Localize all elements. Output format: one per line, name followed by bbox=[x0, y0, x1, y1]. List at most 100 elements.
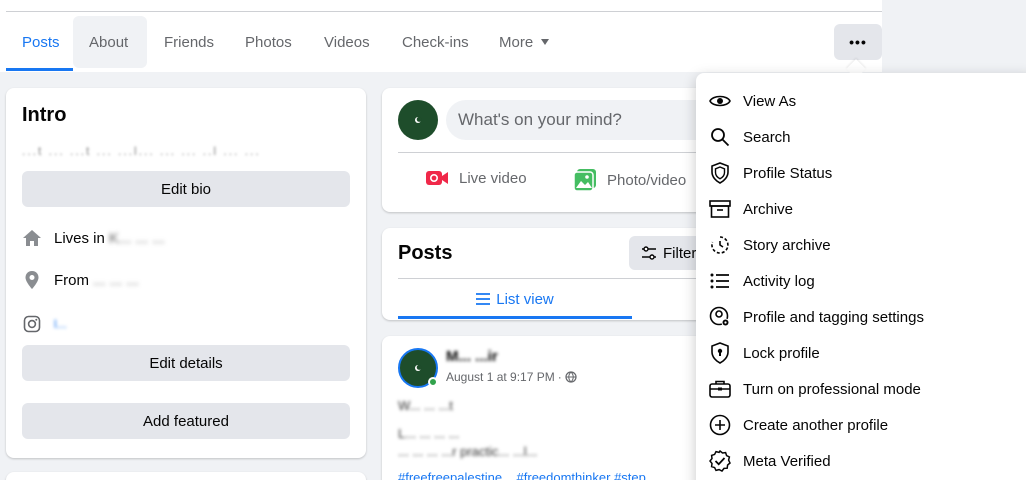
menu-item-story-archive[interactable]: Story archive bbox=[708, 229, 831, 261]
instagram-icon bbox=[22, 314, 42, 334]
menu-item-activity-log[interactable]: Activity log bbox=[708, 265, 815, 297]
meta-separator: · bbox=[557, 370, 562, 384]
live-video-button[interactable]: Live video bbox=[425, 168, 527, 188]
menu-item-label: Turn on professional mode bbox=[743, 380, 921, 398]
profile-settings-icon bbox=[708, 305, 732, 329]
add-featured-button[interactable]: Add featured bbox=[22, 403, 350, 439]
post-timestamp[interactable]: August 1 at 9:17 PM bbox=[446, 370, 555, 384]
from-value[interactable]: ... ... ... bbox=[93, 272, 139, 289]
menu-item-label: Profile and tagging settings bbox=[743, 308, 924, 326]
caret-down-icon bbox=[541, 39, 550, 45]
home-icon bbox=[22, 228, 42, 248]
crescent-star-icon bbox=[415, 116, 422, 123]
lives-in-value[interactable]: K... ... ... bbox=[109, 230, 165, 247]
menu-item-view-as[interactable]: View As bbox=[708, 85, 796, 117]
live-video-icon bbox=[425, 168, 449, 188]
verified-icon bbox=[708, 449, 732, 473]
photo-video-icon bbox=[573, 168, 597, 192]
list-icon bbox=[708, 269, 732, 293]
tab-videos[interactable]: Videos bbox=[324, 16, 370, 68]
posts-title: Posts bbox=[398, 242, 453, 264]
menu-item-label: Story archive bbox=[743, 236, 831, 254]
list-view-label: List view bbox=[496, 290, 554, 308]
tab-about[interactable]: About bbox=[89, 16, 128, 68]
menu-item-meta-verified[interactable]: Meta Verified bbox=[708, 445, 831, 477]
photo-video-button[interactable]: Photo/video bbox=[573, 168, 686, 192]
shield-icon bbox=[708, 161, 732, 185]
menu-item-lock-profile[interactable]: Lock profile bbox=[708, 337, 820, 369]
post-hashtags[interactable]: #freefreepalestine... #freedomthinker #s… bbox=[398, 470, 657, 480]
tab-label: Check-ins bbox=[402, 33, 469, 51]
avatar[interactable] bbox=[398, 100, 438, 140]
archive-icon bbox=[708, 197, 732, 221]
menu-item-label: Activity log bbox=[743, 272, 815, 290]
posts-header-card: Posts Filters List view bbox=[382, 228, 719, 320]
crescent-star-icon bbox=[415, 364, 422, 371]
tab-label: Videos bbox=[324, 33, 370, 51]
post-text-line: W... ... ...t bbox=[398, 398, 453, 413]
instagram-row: l... bbox=[22, 314, 67, 334]
menu-item-profile-status[interactable]: Profile Status bbox=[708, 157, 832, 189]
active-view-indicator bbox=[398, 316, 632, 319]
menu-item-archive[interactable]: Archive bbox=[708, 193, 793, 225]
edit-bio-button[interactable]: Edit bio bbox=[22, 171, 350, 207]
from-row: From ... ... ... bbox=[22, 270, 139, 290]
divider bbox=[398, 278, 698, 279]
divider bbox=[6, 11, 882, 12]
live-video-label: Live video bbox=[459, 169, 527, 187]
menu-item-label: Archive bbox=[743, 200, 794, 218]
post-author-name[interactable]: M... ...ir bbox=[446, 348, 498, 365]
menu-item-create-another-profile[interactable]: Create another profile bbox=[708, 409, 888, 441]
filters-icon bbox=[642, 246, 656, 260]
profile-options-menu: View As Search Profile Status Archive St… bbox=[696, 73, 1026, 480]
tab-label: Photos bbox=[245, 33, 292, 51]
photo-video-label: Photo/video bbox=[607, 171, 687, 189]
divider bbox=[398, 152, 698, 153]
profile-tab-bar: Posts About Friends Photos Videos Check-… bbox=[0, 0, 882, 72]
tab-label: Friends bbox=[164, 33, 215, 51]
post-card: M... ...ir August 1 at 9:17 PM · W... ..… bbox=[382, 336, 712, 480]
post-meta: August 1 at 9:17 PM · bbox=[446, 370, 577, 384]
intro-title: Intro bbox=[22, 104, 67, 126]
story-archive-icon bbox=[708, 233, 732, 257]
more-options-icon: ••• bbox=[849, 34, 867, 50]
menu-item-professional-mode[interactable]: Turn on professional mode bbox=[708, 373, 921, 405]
search-icon bbox=[708, 125, 732, 149]
menu-item-profile-tagging-settings[interactable]: Profile and tagging settings bbox=[708, 301, 924, 333]
lock-shield-icon bbox=[708, 341, 732, 365]
menu-item-search[interactable]: Search bbox=[708, 121, 791, 153]
tab-photos[interactable]: Photos bbox=[245, 16, 292, 68]
more-options-button[interactable]: ••• bbox=[834, 24, 882, 60]
from-label: From bbox=[54, 271, 89, 289]
menu-item-label: Meta Verified bbox=[743, 452, 831, 470]
lives-in-label: Lives in bbox=[54, 229, 105, 247]
post-text-line: L... ... ... ... bbox=[398, 426, 460, 441]
tab-label: About bbox=[89, 33, 129, 51]
list-view-tab[interactable]: List view bbox=[398, 280, 632, 318]
plus-circle-icon bbox=[708, 413, 732, 437]
menu-item-label: Search bbox=[743, 128, 791, 146]
menu-item-label: Lock profile bbox=[743, 344, 820, 362]
tab-posts[interactable]: Posts bbox=[22, 16, 60, 68]
tab-check-ins[interactable]: Check-ins bbox=[402, 16, 469, 68]
post-composer: What's on your mind? Live video Photo/vi… bbox=[382, 88, 726, 212]
menu-item-label: Profile Status bbox=[743, 164, 833, 182]
bio-text: ...t ... ...t ... ...l... ... ... ..l ..… bbox=[22, 144, 261, 158]
active-tab-indicator bbox=[6, 68, 73, 71]
next-card bbox=[6, 472, 366, 480]
briefcase-icon bbox=[708, 377, 732, 401]
tab-friends[interactable]: Friends bbox=[164, 16, 214, 68]
post-text-line: ... ... ... ...r practic... ...l... bbox=[398, 444, 538, 459]
location-pin-icon bbox=[22, 270, 42, 290]
instagram-link[interactable]: l... bbox=[54, 317, 67, 331]
tab-label: More bbox=[499, 33, 534, 51]
edit-details-button[interactable]: Edit details bbox=[22, 345, 350, 381]
globe-icon[interactable] bbox=[565, 371, 577, 383]
tab-more[interactable]: More bbox=[499, 16, 550, 68]
whats-on-your-mind-input[interactable]: What's on your mind? bbox=[446, 100, 726, 140]
eye-icon bbox=[708, 89, 732, 113]
menu-item-label: Create another profile bbox=[743, 416, 889, 434]
intro-card: Intro ...t ... ...t ... ...l... ... ... … bbox=[6, 88, 366, 458]
online-status-dot bbox=[428, 377, 438, 387]
list-view-icon bbox=[476, 293, 491, 305]
